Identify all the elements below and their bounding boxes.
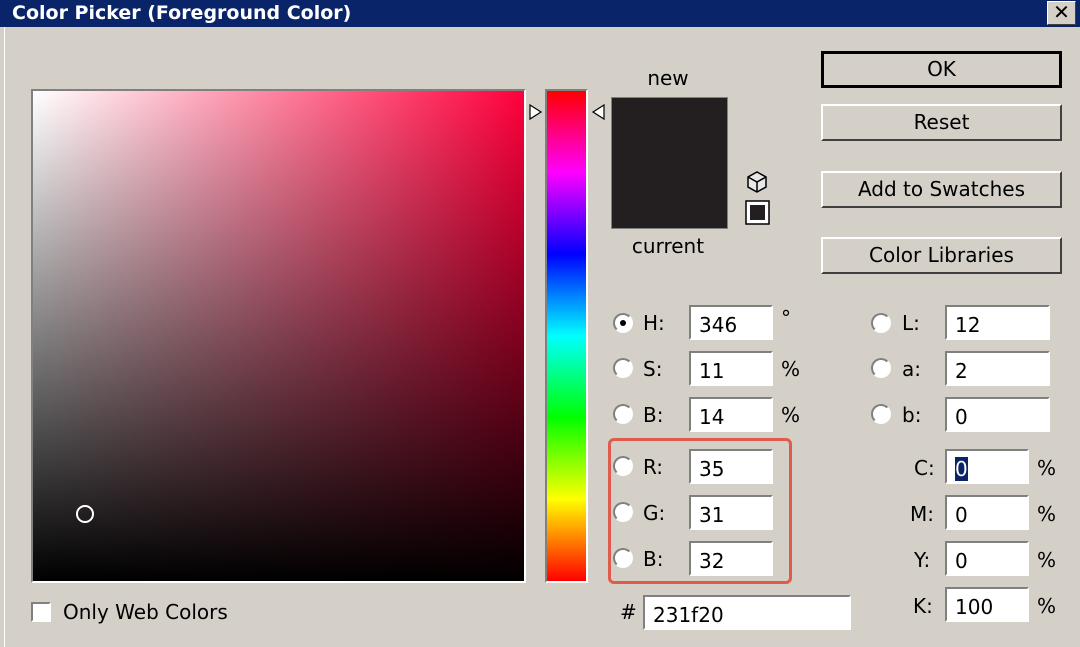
new-color-swatch [612, 98, 727, 163]
color-libraries-button[interactable]: Color Libraries [821, 237, 1062, 274]
lab-a-label: a: [902, 357, 921, 381]
lab-a-input[interactable]: 2 [945, 351, 1050, 386]
color-preview [611, 97, 728, 229]
lab-a-radio[interactable] [871, 358, 891, 378]
brightness-radio[interactable] [613, 404, 633, 424]
brightness-label: B: [643, 403, 664, 427]
color-field[interactable] [31, 89, 526, 583]
lab-b-label: b: [902, 403, 922, 427]
ok-button[interactable]: OK [821, 51, 1062, 88]
lab-b-input[interactable]: 0 [945, 397, 1050, 432]
magenta-label: M: [910, 502, 934, 526]
radio-selected-dot [620, 320, 626, 326]
lab-b-radio[interactable] [871, 404, 891, 424]
magenta-unit: % [1037, 502, 1057, 526]
hue-slider[interactable] [545, 89, 588, 583]
saturation-radio[interactable] [613, 358, 633, 378]
only-web-colors-label: Only Web Colors [63, 600, 228, 624]
saturation-unit: % [781, 357, 801, 381]
black-label: K: [913, 594, 933, 618]
hex-label: # [620, 600, 637, 624]
hue-unit: ° [781, 306, 791, 330]
saturation-label: S: [643, 357, 663, 381]
cyan-value-selected: 0 [955, 457, 968, 481]
black-unit: % [1037, 594, 1057, 618]
window-edge [0, 27, 5, 647]
hue-slider-left-arrow-icon[interactable] [527, 103, 545, 121]
lightness-input[interactable]: 12 [945, 305, 1050, 340]
yellow-label: Y: [914, 548, 931, 572]
brightness-unit: % [781, 403, 801, 427]
add-to-swatches-button[interactable]: Add to Swatches [821, 171, 1062, 208]
yellow-unit: % [1037, 548, 1057, 572]
color-field-gradient [33, 91, 524, 581]
hex-input[interactable]: 231f20 [643, 595, 851, 630]
magenta-input[interactable]: 0 [945, 495, 1029, 530]
cyan-unit: % [1037, 456, 1057, 480]
yellow-input[interactable]: 0 [945, 541, 1029, 576]
lightness-radio[interactable] [871, 313, 891, 333]
hue-radio[interactable] [613, 313, 633, 333]
saturation-input[interactable]: 11 [689, 351, 773, 386]
black-input[interactable]: 100 [945, 587, 1029, 622]
brightness-input[interactable]: 14 [689, 397, 773, 432]
hue-input[interactable]: 346 [689, 305, 773, 340]
current-color-label: current [631, 234, 705, 258]
out-of-gamut-cube-icon[interactable] [745, 170, 769, 194]
reset-button[interactable]: Reset [821, 104, 1062, 141]
cyan-input[interactable]: 0 [945, 449, 1029, 484]
new-color-label: new [647, 66, 689, 90]
cyan-label: C: [914, 456, 935, 480]
current-color-swatch[interactable] [612, 163, 727, 228]
title-bar: Color Picker (Foreground Color) ✕ [0, 0, 1080, 27]
lightness-label: L: [902, 311, 920, 335]
hue-label: H: [643, 311, 665, 335]
close-button[interactable]: ✕ [1047, 1, 1076, 25]
hue-slider-right-arrow-icon[interactable] [589, 103, 607, 121]
close-icon: ✕ [1053, 0, 1070, 24]
window-title: Color Picker (Foreground Color) [12, 2, 352, 24]
hue-gradient [547, 91, 586, 581]
websafe-color-icon[interactable] [745, 200, 770, 225]
only-web-colors-checkbox[interactable] [31, 602, 51, 622]
color-field-marker[interactable] [76, 505, 94, 523]
rgb-highlight-box [608, 438, 792, 584]
